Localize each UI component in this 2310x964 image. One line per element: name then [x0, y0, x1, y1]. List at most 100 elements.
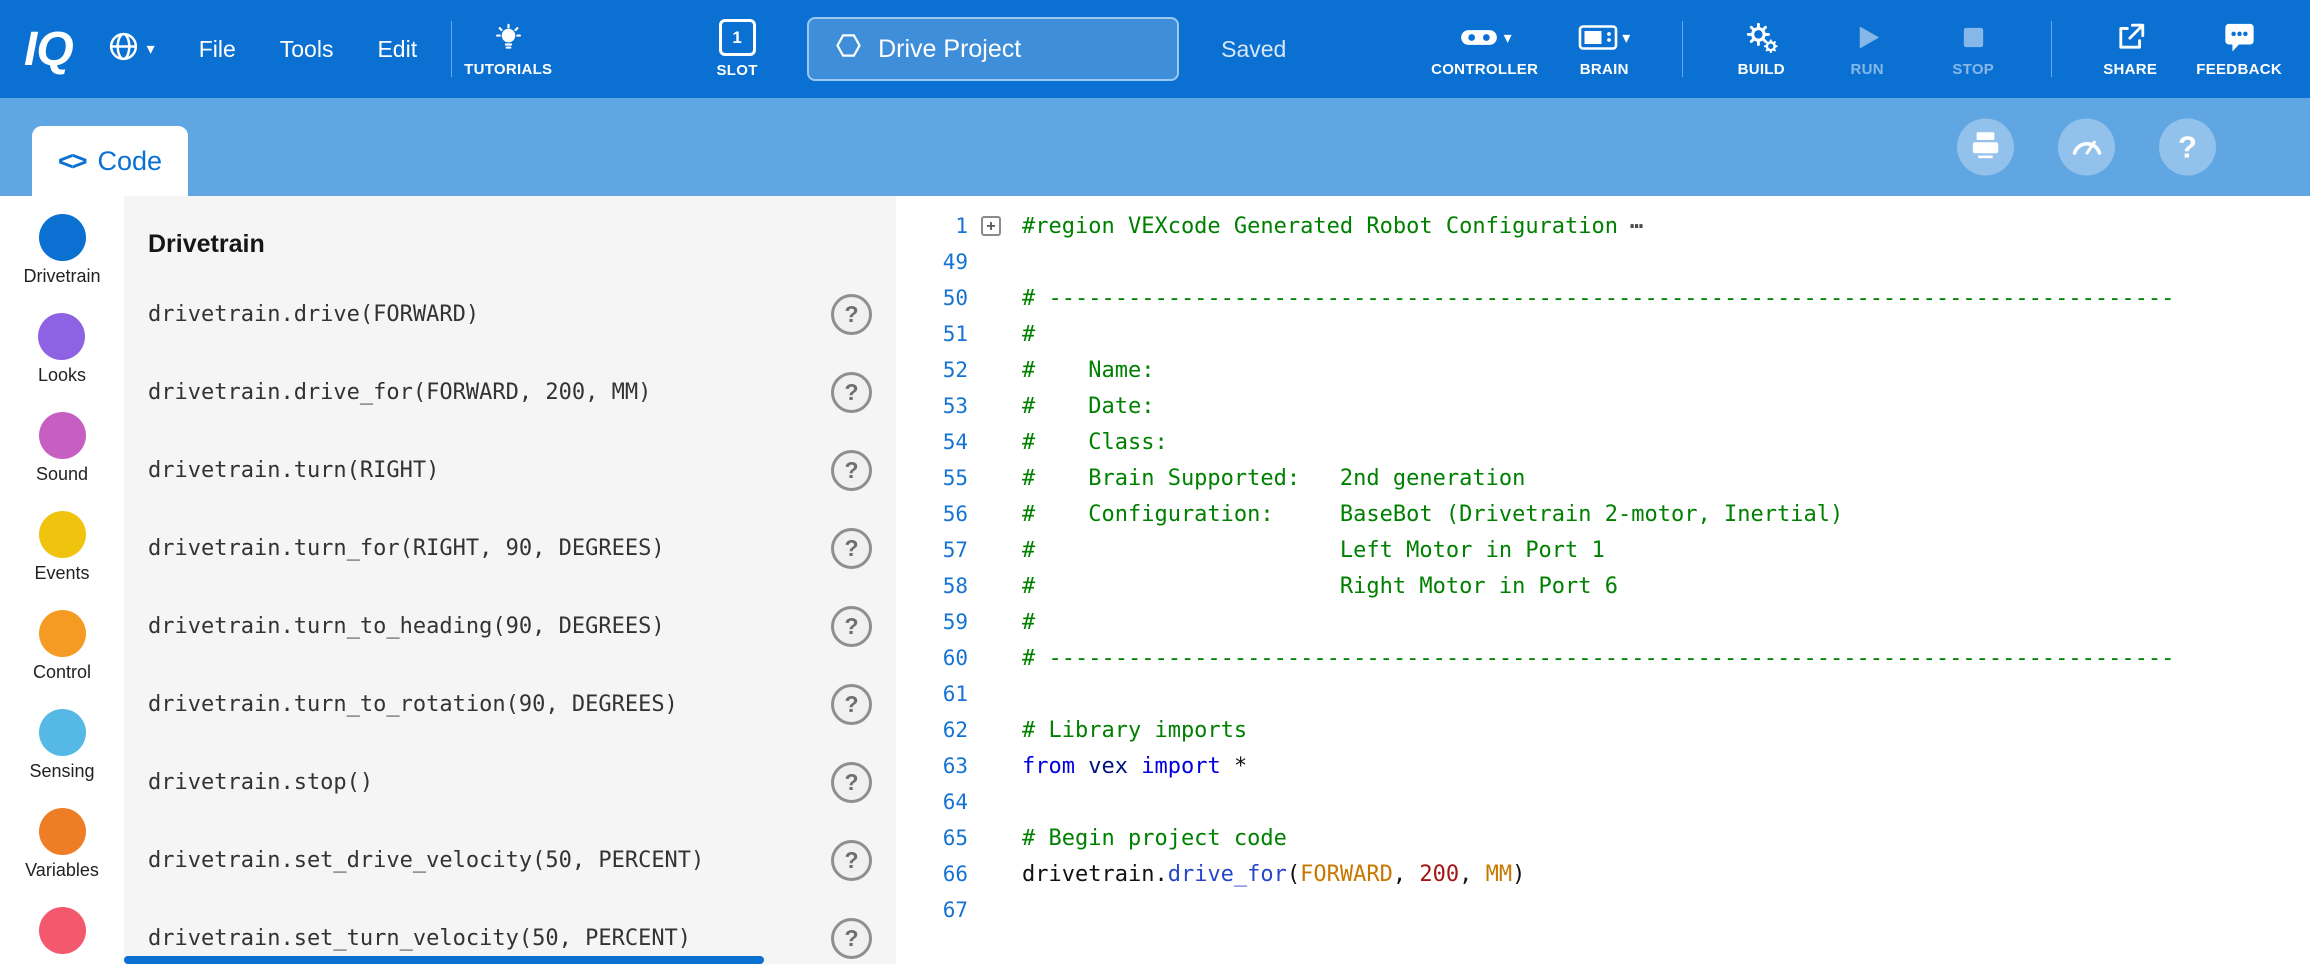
command-help-button[interactable]: ?: [831, 840, 872, 881]
controller-button[interactable]: ▾CONTROLLER: [1431, 21, 1538, 78]
category-sound[interactable]: Sound: [36, 412, 88, 511]
build-button[interactable]: BUILD: [1721, 21, 1801, 78]
command-help-button[interactable]: ?: [831, 918, 872, 959]
command-row: drivetrain.turn_to_rotation(90, DEGREES)…: [124, 665, 896, 743]
horizontal-scrollbar[interactable]: [124, 956, 764, 964]
command-row: drivetrain.drive_for(FORWARD, 200, MM)?: [124, 353, 896, 431]
run-button[interactable]: RUN: [1827, 21, 1907, 78]
command-text[interactable]: drivetrain.turn_for(RIGHT, 90, DEGREES): [148, 536, 665, 561]
tab-bar: <> Code ?: [0, 98, 2310, 196]
menu-tools[interactable]: Tools: [258, 36, 356, 63]
command-help-button[interactable]: ?: [831, 372, 872, 413]
project-name-button[interactable]: Drive Project: [807, 17, 1179, 81]
command-text[interactable]: drivetrain.drive(FORWARD): [148, 302, 479, 327]
print-button[interactable]: [1957, 119, 2014, 176]
share-button[interactable]: SHARE: [2090, 21, 2170, 78]
command-help-button[interactable]: ?: [831, 450, 872, 491]
code-line[interactable]: 51#: [896, 316, 2310, 352]
tutorials-button[interactable]: TUTORIALS: [464, 21, 552, 78]
code-text: #: [1022, 610, 1035, 635]
feedback-button[interactable]: FEEDBACK: [2196, 21, 2282, 78]
code-line[interactable]: 56# Configuration: BaseBot (Drivetrain 2…: [896, 496, 2310, 532]
code-text: #region VEXcode Generated Robot Configur…: [1022, 214, 1646, 239]
stop-button[interactable]: STOP: [1933, 21, 2013, 78]
category-item-8[interactable]: [39, 907, 86, 964]
category-dot-icon: [38, 313, 85, 360]
code-line[interactable]: 54 # Class:: [896, 424, 2310, 460]
code-line[interactable]: 50# ------------------------------------…: [896, 280, 2310, 316]
menu-edit[interactable]: Edit: [355, 36, 439, 63]
top-bar-actions: ▾CONTROLLER ▾BRAIN BUILD RUN STOP SHARE FEEDBA…: [1431, 21, 2282, 78]
code-line[interactable]: 66drivetrain.drive_for(FORWARD, 200, MM): [896, 856, 2310, 892]
category-label: Control: [33, 662, 91, 683]
globe-icon: [107, 30, 140, 68]
code-text: # --------------------------------------…: [1022, 646, 2174, 671]
code-line[interactable]: 60 # ------------------------------------…: [896, 640, 2310, 676]
code-line[interactable]: 49: [896, 244, 2310, 280]
command-help-button[interactable]: ?: [831, 762, 872, 803]
run-play-icon: [1852, 21, 1883, 55]
brain-button[interactable]: ▾BRAIN: [1564, 21, 1644, 78]
code-editor[interactable]: 1+#region VEXcode Generated Robot Config…: [896, 196, 2310, 964]
code-line[interactable]: 55# Brain Supported: 2nd generation: [896, 460, 2310, 496]
category-dot-icon: [39, 511, 86, 558]
command-row: drivetrain.set_drive_velocity(50, PERCEN…: [124, 821, 896, 899]
save-status: Saved: [1221, 36, 1286, 63]
code-line[interactable]: 67: [896, 892, 2310, 928]
code-line[interactable]: 61: [896, 676, 2310, 712]
category-events[interactable]: Events: [34, 511, 89, 610]
line-number: 55: [896, 466, 968, 490]
command-text[interactable]: drivetrain.set_turn_velocity(50, PERCENT…: [148, 926, 691, 951]
line-number: 54: [896, 430, 968, 454]
code-text: # Class:: [1022, 430, 1168, 455]
category-sensing[interactable]: Sensing: [29, 709, 94, 808]
help-button[interactable]: ?: [2159, 119, 2216, 176]
category-dot-icon: [39, 214, 86, 261]
tab-code[interactable]: <> Code: [32, 126, 188, 196]
category-looks[interactable]: Looks: [38, 313, 86, 412]
command-text[interactable]: drivetrain.stop(): [148, 770, 373, 795]
command-text[interactable]: drivetrain.turn_to_rotation(90, DEGREES): [148, 692, 678, 717]
line-number: 50: [896, 286, 968, 310]
code-text: drivetrain.drive_for(FORWARD, 200, MM): [1022, 862, 1525, 887]
line-number: 49: [896, 250, 968, 274]
code-line[interactable]: 57# Left Motor in Port 1: [896, 532, 2310, 568]
menu-file[interactable]: File: [177, 36, 258, 63]
code-text: # Right Motor in Port 6: [1022, 574, 1618, 599]
code-text: #: [1022, 322, 1035, 347]
dashboard-button[interactable]: [2058, 119, 2115, 176]
project-name: Drive Project: [878, 35, 1021, 64]
code-line[interactable]: 52# Name:: [896, 352, 2310, 388]
command-text[interactable]: drivetrain.turn(RIGHT): [148, 458, 439, 483]
code-line[interactable]: 58# Right Motor in Port 6: [896, 568, 2310, 604]
code-line[interactable]: 59#: [896, 604, 2310, 640]
line-number: 64: [896, 790, 968, 814]
category-variables[interactable]: Variables: [25, 808, 99, 907]
code-line[interactable]: 65# Begin project code: [896, 820, 2310, 856]
controller-label: CONTROLLER: [1431, 61, 1538, 78]
command-help-button[interactable]: ?: [831, 294, 872, 335]
category-drivetrain[interactable]: Drivetrain: [23, 214, 100, 313]
command-text[interactable]: drivetrain.drive_for(FORWARD, 200, MM): [148, 380, 651, 405]
code-line[interactable]: 62# Library imports: [896, 712, 2310, 748]
command-help-button[interactable]: ?: [831, 606, 872, 647]
command-text[interactable]: drivetrain.set_drive_velocity(50, PERCEN…: [148, 848, 704, 873]
brain-label: BRAIN: [1580, 61, 1629, 78]
fold-expand-icon[interactable]: +: [981, 216, 1001, 236]
hexagon-icon: [835, 32, 862, 66]
command-help-button[interactable]: ?: [831, 684, 872, 725]
line-number: 60: [896, 646, 968, 670]
share-icon: [2115, 21, 2146, 55]
divider: [2051, 21, 2052, 77]
slot-button[interactable]: 1 SLOT: [697, 19, 777, 79]
collapsed-region-indicator[interactable]: ⋯: [1630, 214, 1646, 239]
category-control[interactable]: Control: [33, 610, 91, 709]
code-line[interactable]: 53# Date:: [896, 388, 2310, 424]
language-globe-button[interactable]: ▾: [107, 30, 155, 68]
code-line[interactable]: 63from vex import *: [896, 748, 2310, 784]
code-line[interactable]: 1+#region VEXcode Generated Robot Config…: [896, 208, 2310, 244]
command-text[interactable]: drivetrain.turn_to_heading(90, DEGREES): [148, 614, 665, 639]
command-help-button[interactable]: ?: [831, 528, 872, 569]
code-line[interactable]: 64: [896, 784, 2310, 820]
code-text: # Name:: [1022, 358, 1154, 383]
